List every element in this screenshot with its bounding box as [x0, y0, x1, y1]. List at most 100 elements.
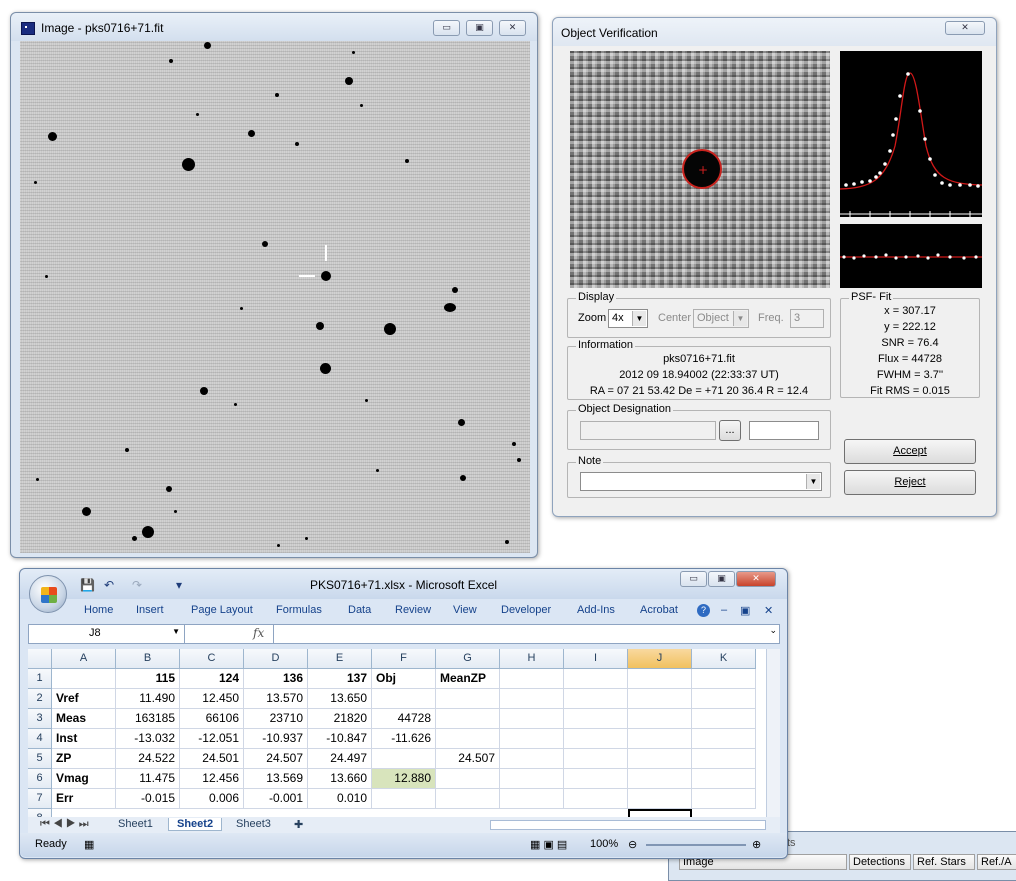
sheet-tab[interactable]: Sheet3	[228, 818, 279, 830]
select-all-corner[interactable]	[28, 649, 52, 669]
table-cell[interactable]: 66106	[180, 709, 244, 729]
zoom-slider[interactable]	[646, 844, 746, 846]
worksheet-grid[interactable]: A B C D E F G H I J K 1 115 124 136 137 Obj MeanZP 2 Vref 11…	[28, 649, 766, 817]
designation-field[interactable]	[580, 421, 716, 440]
help-icon[interactable]: ?	[697, 604, 710, 617]
reject-button[interactable]: Reject	[844, 470, 976, 495]
undo-icon[interactable]: ↶	[104, 578, 114, 592]
row-header[interactable]: 3	[28, 709, 52, 729]
table-cell[interactable]	[436, 789, 500, 809]
table-cell[interactable]	[628, 789, 692, 809]
row-header[interactable]: 5	[28, 749, 52, 769]
image-window-titlebar[interactable]: Image - pks0716+71.fit ▭ ▣ ✕	[11, 13, 537, 41]
minimize-button[interactable]: ▭	[433, 20, 460, 36]
table-cell[interactable]: MeanZP	[436, 669, 500, 689]
table-cell[interactable]: 115	[116, 669, 180, 689]
table-cell[interactable]: 11.475	[116, 769, 180, 789]
table-cell[interactable]	[692, 769, 756, 789]
row-header[interactable]: 1	[28, 669, 52, 689]
table-cell[interactable]: 21820	[308, 709, 372, 729]
column-header[interactable]: K	[692, 649, 756, 669]
table-cell[interactable]	[372, 689, 436, 709]
table-cell[interactable]	[564, 689, 628, 709]
save-icon[interactable]: 💾	[80, 578, 95, 592]
tab-acrobat[interactable]: Acrobat	[640, 604, 678, 616]
table-cell[interactable]	[500, 789, 564, 809]
horizontal-scrollbar[interactable]	[490, 820, 766, 830]
table-cell[interactable]: 12.450	[180, 689, 244, 709]
table-cell[interactable]: 13.650	[308, 689, 372, 709]
table-cell[interactable]	[628, 769, 692, 789]
column-header[interactable]: I	[564, 649, 628, 669]
column-header[interactable]: E	[308, 649, 372, 669]
table-cell[interactable]	[564, 789, 628, 809]
vertical-scrollbar[interactable]	[766, 649, 780, 817]
table-cell[interactable]: -0.001	[244, 789, 308, 809]
table-cell[interactable]	[500, 769, 564, 789]
table-cell[interactable]	[500, 729, 564, 749]
table-cell[interactable]: 12.456	[180, 769, 244, 789]
close-button[interactable]: ✕	[736, 571, 776, 587]
table-cell[interactable]: 137	[308, 669, 372, 689]
table-cell[interactable]	[692, 789, 756, 809]
column-header[interactable]: B	[116, 649, 180, 669]
browse-button[interactable]: ...	[719, 420, 741, 441]
insert-sheet-icon[interactable]: ✚	[286, 818, 311, 831]
view-buttons[interactable]: ▦ ▣ ▤	[530, 838, 567, 851]
table-cell[interactable]: 136	[244, 669, 308, 689]
table-cell[interactable]	[628, 709, 692, 729]
table-cell[interactable]	[692, 689, 756, 709]
column-header-ref-stars[interactable]: Ref. Stars	[913, 854, 975, 870]
table-cell[interactable]: 124	[180, 669, 244, 689]
table-cell[interactable]: Err	[52, 789, 116, 809]
tab-home[interactable]: Home	[84, 604, 113, 616]
table-cell[interactable]: -0.015	[116, 789, 180, 809]
table-cell[interactable]: -12.051	[180, 729, 244, 749]
active-cell-j8[interactable]	[628, 809, 692, 817]
tab-page-layout[interactable]: Page Layout	[191, 604, 253, 616]
table-cell[interactable]: 24.497	[308, 749, 372, 769]
tab-review[interactable]: Review	[395, 604, 431, 616]
table-cell[interactable]	[628, 729, 692, 749]
table-cell[interactable]: 12.880	[372, 769, 436, 789]
table-cell[interactable]: Inst	[52, 729, 116, 749]
column-header-ref-a[interactable]: Ref./A	[977, 854, 1016, 870]
table-cell[interactable]	[692, 729, 756, 749]
table-cell[interactable]	[436, 709, 500, 729]
table-cell[interactable]: Vmag	[52, 769, 116, 789]
table-cell[interactable]: -11.626	[372, 729, 436, 749]
table-cell[interactable]	[564, 709, 628, 729]
star-field-image[interactable]	[20, 41, 530, 553]
name-box[interactable]: J8 ▼	[29, 625, 185, 643]
designation-code-field[interactable]	[749, 421, 819, 440]
center-select[interactable]: Object ▼	[693, 309, 749, 328]
table-cell[interactable]	[436, 769, 500, 789]
table-cell[interactable]: 24.507	[244, 749, 308, 769]
ribbon-minimize-icon[interactable]: –	[721, 604, 727, 616]
row-header[interactable]: 8	[28, 809, 52, 817]
tab-developer[interactable]: Developer	[501, 604, 551, 616]
table-cell[interactable]: -13.032	[116, 729, 180, 749]
table-cell[interactable]	[692, 749, 756, 769]
maximize-button[interactable]: ▣	[466, 20, 493, 36]
table-cell[interactable]	[564, 769, 628, 789]
function-icon[interactable]: fx	[253, 626, 264, 640]
tab-add-ins[interactable]: Add-Ins	[577, 604, 615, 616]
table-cell[interactable]	[628, 669, 692, 689]
table-cell[interactable]: 24.501	[180, 749, 244, 769]
tab-insert[interactable]: Insert	[136, 604, 164, 616]
table-cell[interactable]	[500, 709, 564, 729]
table-cell[interactable]	[500, 689, 564, 709]
row-header[interactable]: 4	[28, 729, 52, 749]
expand-formula-icon[interactable]: ⌄	[769, 626, 777, 636]
object-verification-titlebar[interactable]: Object Verification ✕	[553, 18, 996, 46]
macro-record-icon[interactable]: ▦	[84, 838, 94, 851]
table-cell[interactable]: 13.569	[244, 769, 308, 789]
table-cell[interactable]	[372, 789, 436, 809]
zoom-level[interactable]: 100%	[590, 838, 618, 850]
table-cell[interactable]: Vref	[52, 689, 116, 709]
column-header[interactable]: G	[436, 649, 500, 669]
ribbon-close-icon[interactable]: ✕	[764, 604, 773, 617]
close-button[interactable]: ✕	[499, 20, 526, 36]
sheet-tab-active[interactable]: Sheet2	[168, 818, 223, 831]
